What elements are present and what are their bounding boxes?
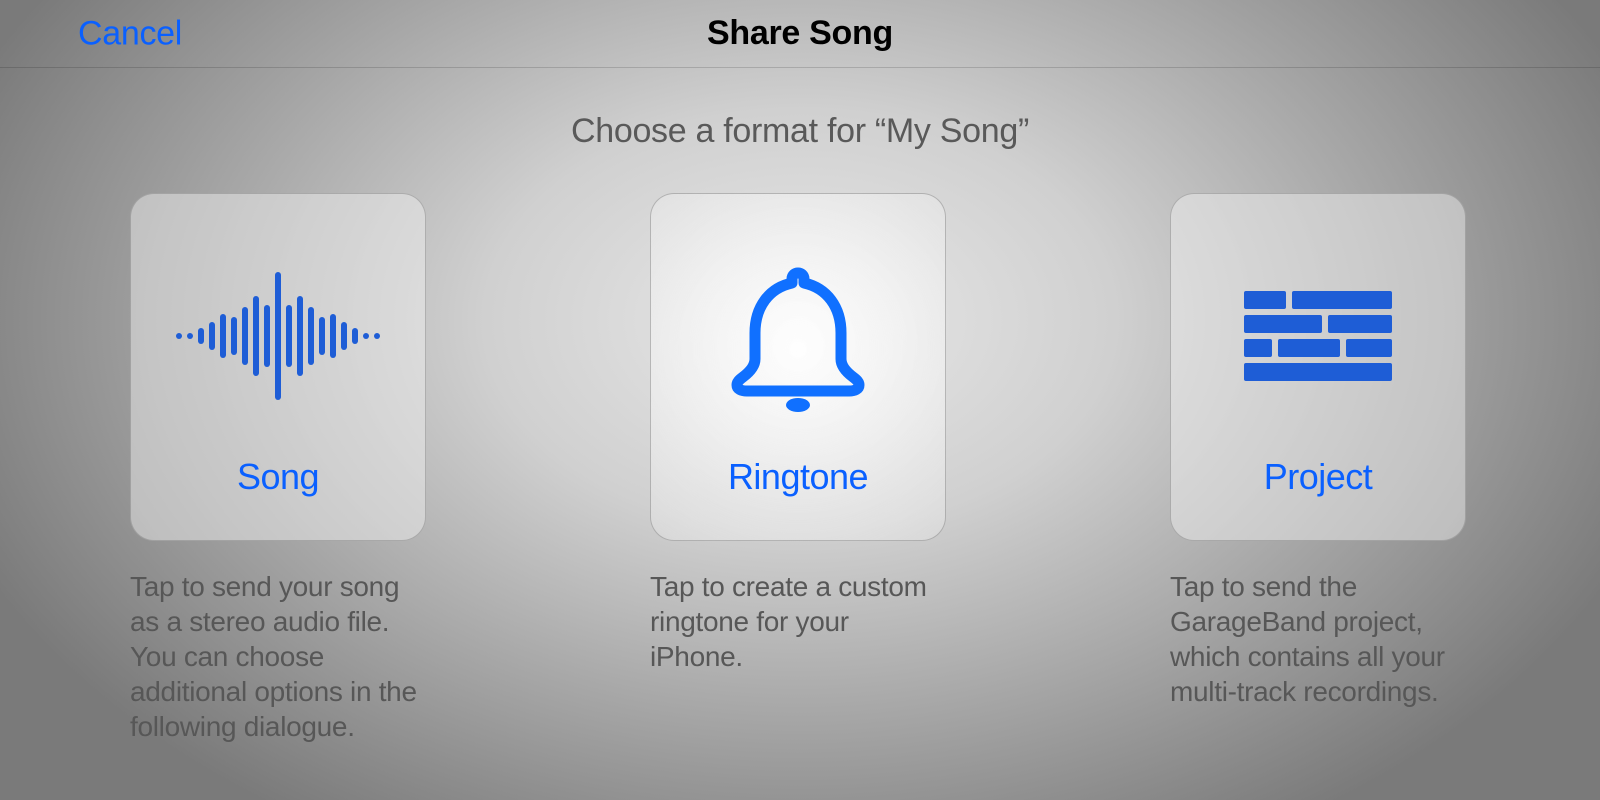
- ringtone-card[interactable]: Ringtone: [650, 193, 946, 541]
- ringtone-label: Ringtone: [728, 456, 868, 498]
- format-options: Song Tap to send your song as a stereo a…: [0, 193, 1600, 744]
- page-title: Share Song: [707, 14, 893, 53]
- project-label: Project: [1264, 456, 1373, 498]
- project-description: Tap to send the GarageBand project, whic…: [1170, 569, 1466, 709]
- tracks-icon: [1244, 236, 1392, 436]
- option-project: Project Tap to send the GarageBand proje…: [1170, 193, 1470, 744]
- bell-icon: [713, 236, 883, 436]
- waveform-icon: [176, 236, 380, 436]
- song-label: Song: [237, 456, 319, 498]
- ringtone-description: Tap to create a custom ringtone for your…: [650, 569, 946, 674]
- song-description: Tap to send your song as a stereo audio …: [130, 569, 426, 744]
- header-bar: Cancel Share Song: [0, 0, 1600, 68]
- song-card[interactable]: Song: [130, 193, 426, 541]
- project-card[interactable]: Project: [1170, 193, 1466, 541]
- cancel-button[interactable]: Cancel: [78, 14, 182, 53]
- option-song: Song Tap to send your song as a stereo a…: [130, 193, 430, 744]
- option-ringtone: Ringtone Tap to create a custom ringtone…: [650, 193, 950, 744]
- subtitle-text: Choose a format for “My Song”: [0, 112, 1600, 151]
